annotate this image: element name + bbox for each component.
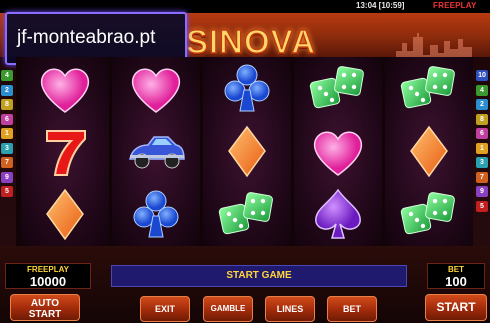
blue-car-icon — [129, 136, 185, 169]
reel-symbol — [385, 57, 473, 120]
gamble-label: GAMBLE — [210, 304, 246, 313]
payline-indicator: 2 — [476, 99, 488, 110]
reel-symbol — [112, 183, 200, 246]
payline-indicator: 5 — [1, 186, 13, 197]
reel-symbol — [21, 183, 109, 246]
autostart-label-line1: AUTO — [30, 298, 60, 309]
blue-club-icon — [133, 190, 179, 238]
reel-symbol — [203, 57, 291, 120]
orange-diamond-icon — [46, 188, 84, 241]
clock: 13:04 [10:59] — [356, 1, 405, 10]
gamble-button[interactable]: GAMBLE — [203, 296, 253, 322]
exit-button[interactable]: EXIT — [140, 296, 190, 322]
payline-indicator: 3 — [476, 157, 488, 168]
pink-heart-icon — [40, 68, 90, 113]
payline-indicator: 9 — [1, 171, 13, 183]
green-dice-icon — [309, 66, 364, 109]
freeplay-label: FREEPLAY — [27, 265, 69, 274]
purple-spade-icon — [315, 188, 361, 239]
reel-3 — [203, 57, 291, 246]
payline-indicator: 10 — [476, 70, 488, 81]
payline-indicator: 1 — [1, 128, 13, 139]
bet-value: 100 — [445, 274, 467, 289]
reel-symbol — [294, 120, 382, 183]
blue-club-icon — [224, 64, 270, 112]
reel-symbol — [112, 57, 200, 120]
reel-symbol — [294, 183, 382, 246]
exit-label: EXIT — [154, 304, 175, 314]
start-label: START — [436, 300, 476, 314]
reel-symbol — [21, 120, 109, 183]
reel-2 — [112, 57, 200, 246]
payline-indicator: 1 — [476, 142, 488, 154]
red-seven-icon — [46, 130, 86, 176]
game-logo: SINOVA — [185, 22, 317, 61]
pink-heart-icon — [131, 68, 181, 113]
green-dice-icon — [218, 192, 273, 235]
orange-diamond-icon — [410, 125, 448, 178]
status-message: START GAME — [111, 265, 407, 287]
start-button[interactable]: START — [425, 294, 487, 321]
bet-display: BET 100 — [427, 263, 485, 289]
freeplay-display: FREEPLAY 10000 — [5, 263, 91, 289]
reel-symbol — [21, 57, 109, 120]
bet-button[interactable]: BET — [327, 296, 377, 322]
payline-indicator: 7 — [476, 171, 488, 183]
payline-indicator: 4 — [1, 70, 13, 81]
reel-1 — [21, 57, 109, 246]
lines-label: LINES — [276, 304, 304, 314]
payline-indicator: 9 — [476, 186, 488, 197]
orange-diamond-icon — [228, 125, 266, 178]
reel-symbol — [203, 120, 291, 183]
watermark-text: jf-monteabrao.pt — [17, 27, 156, 48]
reel-symbol — [294, 57, 382, 120]
reel-5 — [385, 57, 473, 246]
payline-indicator: 3 — [1, 142, 13, 154]
bet-label: BET — [448, 265, 464, 274]
bet-button-label: BET — [343, 304, 361, 314]
payline-indicator: 4 — [476, 84, 488, 96]
pink-heart-icon — [313, 131, 363, 176]
reel-symbol — [112, 120, 200, 183]
mode-label: FREEPLAY — [433, 1, 477, 10]
lines-button[interactable]: LINES — [265, 296, 315, 322]
autostart-button[interactable]: AUTO START — [10, 294, 80, 321]
payline-indicator: 8 — [476, 113, 488, 125]
payline-indicator: 6 — [476, 128, 488, 139]
reel-symbol — [385, 120, 473, 183]
payline-indicator: 7 — [1, 157, 13, 168]
reel-4 — [294, 57, 382, 246]
payline-indicator: 2 — [1, 84, 13, 96]
green-dice-icon — [400, 66, 455, 109]
payline-indicator: 8 — [1, 99, 13, 110]
green-dice-icon — [400, 192, 455, 235]
autostart-label-line2: START — [28, 309, 62, 320]
freeplay-value: 10000 — [29, 274, 67, 289]
payline-indicator: 5 — [476, 200, 488, 212]
game-screen: 13:04 [10:59] FREEPLAY SINOVA jf-monteab… — [0, 0, 490, 323]
reel-symbol — [385, 183, 473, 246]
reel-symbol — [203, 183, 291, 246]
payline-indicator: 6 — [1, 113, 13, 125]
